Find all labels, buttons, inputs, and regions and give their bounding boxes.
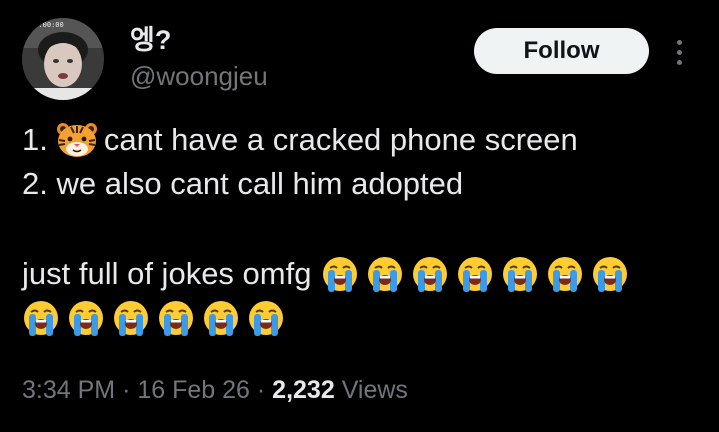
avatar[interactable]: 00:00:00 bbox=[22, 18, 104, 100]
loudly-crying-face-icon bbox=[24, 301, 58, 336]
loudly-crying-face-icon bbox=[323, 257, 358, 292]
line1-text: cant have a cracked phone screen bbox=[103, 122, 578, 157]
meta-separator-1: · bbox=[122, 376, 131, 404]
tweet-time[interactable]: 3:34 PM bbox=[22, 376, 115, 404]
follow-button[interactable]: Follow bbox=[474, 28, 649, 74]
crying-emoji-row-2 bbox=[22, 299, 285, 337]
tweet-line-2: 2. we also cant call him adopted bbox=[22, 166, 464, 201]
line1-prefix: 1. bbox=[22, 122, 48, 157]
tweet-meta: 3:34 PM · 16 Feb 26 · 2,232 Views bbox=[22, 376, 408, 405]
loudly-crying-face-icon bbox=[159, 301, 193, 336]
tweet-text: 1. cant have a cracked phone screen 2. w… bbox=[22, 118, 702, 340]
views-count: 2,232 bbox=[272, 376, 335, 404]
tiger-face-icon bbox=[56, 122, 98, 158]
loudly-crying-face-icon bbox=[503, 257, 538, 292]
crying-emoji-row-1 bbox=[321, 255, 629, 293]
display-name[interactable]: 엥? bbox=[130, 24, 268, 56]
author-names: 엥? @woongjeu bbox=[130, 24, 268, 92]
loudly-crying-face-icon bbox=[368, 257, 403, 292]
tweet-line-4 bbox=[22, 296, 702, 340]
more-vertical-icon[interactable] bbox=[666, 32, 692, 72]
views-label: Views bbox=[341, 376, 408, 404]
loudly-crying-face-icon bbox=[548, 257, 583, 292]
tweet-line-1: 1. cant have a cracked phone screen bbox=[22, 118, 702, 162]
loudly-crying-face-icon bbox=[249, 301, 283, 336]
line3-text: just full of jokes omfg bbox=[22, 256, 312, 291]
user-handle[interactable]: @woongjeu bbox=[130, 60, 268, 92]
tweet-line-3: just full of jokes omfg bbox=[22, 252, 702, 296]
tweet-header: 00:00:00 엥? @woongjeu Follow bbox=[22, 18, 697, 104]
loudly-crying-face-icon bbox=[114, 301, 148, 336]
loudly-crying-face-icon bbox=[593, 257, 628, 292]
loudly-crying-face-icon bbox=[413, 257, 448, 292]
avatar-timestamp: 00:00:00 bbox=[30, 21, 64, 29]
loudly-crying-face-icon bbox=[204, 301, 238, 336]
loudly-crying-face-icon bbox=[69, 301, 103, 336]
meta-separator-2: · bbox=[256, 376, 266, 404]
loudly-crying-face-icon bbox=[458, 257, 493, 292]
tweet-date[interactable]: 16 Feb 26 bbox=[137, 376, 250, 404]
